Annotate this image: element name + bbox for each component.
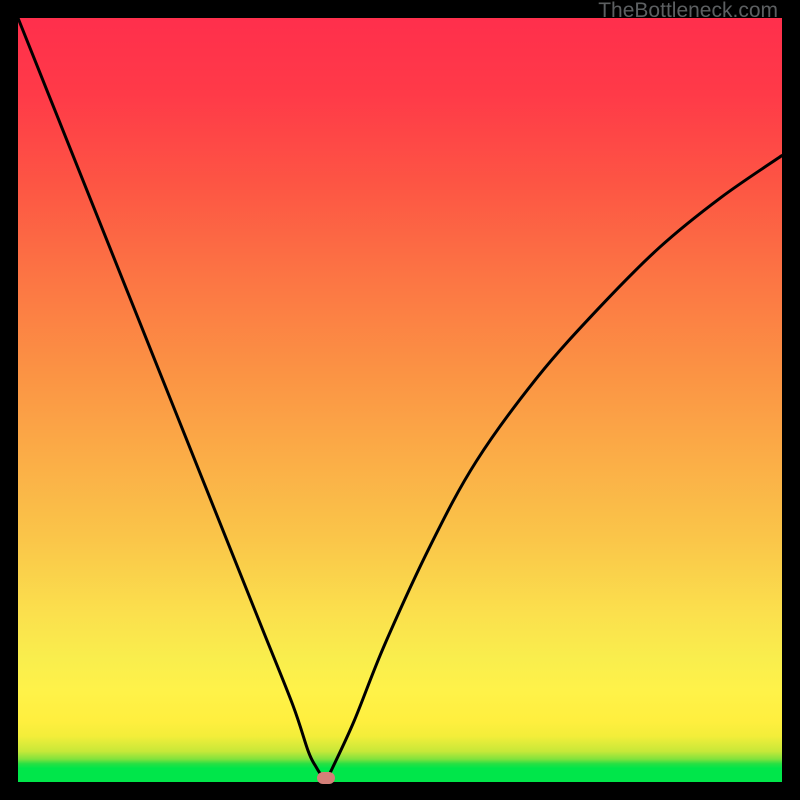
watermark-text: TheBottleneck.com — [598, 0, 778, 21]
chart-frame — [18, 18, 782, 782]
optimal-point-marker — [317, 772, 335, 784]
bottleneck-curve — [18, 18, 782, 782]
